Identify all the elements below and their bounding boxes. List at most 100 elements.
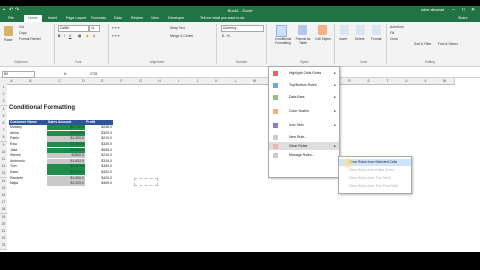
paste-icon[interactable] bbox=[4, 26, 13, 36]
delete-cells-icon[interactable] bbox=[356, 25, 365, 35]
format-as-table-icon[interactable] bbox=[298, 25, 307, 35]
font-color-icon[interactable]: A bbox=[93, 34, 95, 38]
table-cell-name[interactable]: Mossey bbox=[9, 125, 47, 130]
clear-button[interactable]: Clear bbox=[390, 37, 398, 41]
minimize-icon[interactable]: – bbox=[452, 7, 455, 13]
table-cell-name[interactable]: Ambrosio bbox=[9, 159, 47, 164]
table-header[interactable]: Customer Name bbox=[9, 119, 47, 125]
bold-icon[interactable]: B bbox=[58, 34, 60, 38]
table-cell-profit[interactable]: $320.0 bbox=[85, 131, 113, 136]
maximize-icon[interactable]: □ bbox=[462, 7, 465, 13]
menu-item-icon-sets[interactable]: Icon Sets ▸ bbox=[269, 121, 339, 129]
column-header[interactable]: G bbox=[131, 78, 151, 85]
menu-item-top-bottom-rules[interactable]: Top/Bottom Rules ▸ bbox=[269, 81, 339, 89]
table-cell-name[interactable]: Pablo bbox=[9, 136, 47, 141]
sheet-title[interactable]: Conditional Formatting bbox=[9, 104, 75, 112]
table-cell-profit[interactable]: $340.0 bbox=[85, 164, 113, 169]
table-header[interactable]: Sales Amount bbox=[47, 119, 85, 125]
menu-item-highlight-cells-rules[interactable]: Highlight Cells Rules ▸ bbox=[269, 69, 339, 77]
table-cell-sales[interactable]: $3,123.0 bbox=[47, 164, 85, 170]
accounting-icon[interactable]: $ - % , bbox=[222, 34, 232, 38]
table-cell-name[interactable]: Najia bbox=[9, 181, 47, 186]
column-header[interactable]: D bbox=[74, 78, 94, 85]
insert-button[interactable]: Insert bbox=[339, 37, 347, 41]
table-cell-profit[interactable]: $210.0 bbox=[85, 153, 113, 158]
format-painter-button[interactable]: Format Painter bbox=[19, 37, 41, 41]
wrap-text-button[interactable]: Wrap Text bbox=[170, 26, 185, 30]
table-cell-profit[interactable]: $325.0 bbox=[85, 142, 113, 147]
conditional-formatting-icon[interactable] bbox=[276, 25, 287, 37]
table-cell-name[interactable]: Ewa bbox=[9, 142, 47, 147]
delete-button[interactable]: Delete bbox=[355, 37, 365, 41]
align-top-icon[interactable]: ≡ ≡ ≡ bbox=[112, 26, 120, 30]
column-header[interactable]: C bbox=[45, 78, 75, 85]
table-cell-sales[interactable]: $2,500.0 bbox=[47, 169, 85, 176]
column-header[interactable]: M bbox=[245, 78, 265, 85]
column-header[interactable]: J bbox=[188, 78, 208, 85]
menu-item-new-rule[interactable]: New Rule... bbox=[269, 133, 339, 141]
tab-developer[interactable]: Developer bbox=[168, 16, 184, 20]
tab-data[interactable]: Data bbox=[114, 16, 122, 20]
sort-filter-button[interactable]: Sort & Filter bbox=[414, 42, 431, 46]
column-header[interactable]: L bbox=[226, 78, 246, 85]
table-cell-sales[interactable]: $1,602.0 bbox=[47, 158, 85, 165]
name-box[interactable]: B9 bbox=[2, 70, 35, 78]
table-cell-profit[interactable]: $210.0 bbox=[85, 136, 113, 141]
cut-button[interactable]: Cut bbox=[19, 25, 24, 29]
paste-button[interactable]: Paste bbox=[4, 38, 12, 42]
table-cell-sales[interactable]: $2,500.0 bbox=[47, 130, 85, 137]
format-button[interactable]: Format bbox=[371, 37, 381, 41]
column-header[interactable]: U bbox=[397, 78, 417, 85]
table-cell-name[interactable]: Kane bbox=[9, 170, 47, 175]
table-cell-sales[interactable]: $2,000.0 bbox=[47, 181, 85, 187]
cell-styles-button[interactable]: Cell Styles bbox=[315, 37, 331, 41]
column-header[interactable]: B bbox=[16, 78, 46, 85]
tab-insert[interactable]: Insert bbox=[48, 16, 57, 20]
find-select-button[interactable]: Find & Select bbox=[438, 42, 458, 46]
table-cell-name[interactable]: Steven bbox=[9, 153, 47, 158]
underline-icon[interactable]: U bbox=[69, 34, 71, 38]
format-cells-icon[interactable] bbox=[372, 25, 381, 35]
autosum-button[interactable]: AutoSum bbox=[390, 25, 404, 29]
table-cell-sales[interactable]: $1,500.0 bbox=[47, 175, 85, 181]
tab-page-layout[interactable]: Page Layout bbox=[66, 16, 86, 20]
tab-file[interactable]: File bbox=[8, 16, 14, 20]
table-cell-sales[interactable]: $1,300.0 bbox=[47, 136, 85, 142]
formula-input[interactable]: 2735 bbox=[90, 72, 97, 76]
font-size-box[interactable]: 11 bbox=[89, 25, 100, 32]
column-header[interactable]: F bbox=[112, 78, 132, 85]
table-header[interactable]: Profit bbox=[85, 119, 113, 125]
italic-icon[interactable]: I bbox=[64, 34, 65, 38]
column-header[interactable]: E bbox=[93, 78, 113, 85]
tell-me-box[interactable]: Tell me what you want to do bbox=[200, 16, 244, 20]
table-cell-name[interactable]: Jake bbox=[9, 148, 47, 153]
column-header[interactable]: I bbox=[169, 78, 189, 85]
fill-button[interactable]: Fill bbox=[390, 31, 394, 35]
column-header[interactable]: S bbox=[359, 78, 379, 85]
tab-view[interactable]: View bbox=[151, 16, 159, 20]
table-cell-sales[interactable]: $2,735.0 bbox=[47, 125, 85, 131]
table-cell-profit[interactable]: $315.0 bbox=[85, 159, 113, 164]
menu-item-data-bars[interactable]: Data Bars ▸ bbox=[269, 93, 339, 101]
column-header[interactable]: R bbox=[340, 78, 360, 85]
column-header[interactable]: V bbox=[416, 78, 436, 85]
merge-center-button[interactable]: Merge & Center bbox=[170, 34, 193, 38]
table-cell-sales[interactable]: $2,900.0 bbox=[47, 147, 85, 153]
column-header[interactable]: W bbox=[435, 78, 455, 85]
table-cell-profit[interactable]: $538.0 bbox=[85, 148, 113, 153]
format-as-table-button[interactable]: Format as Table bbox=[293, 37, 313, 45]
cell-styles-icon[interactable] bbox=[318, 25, 327, 35]
table-cell-name[interactable]: Tom bbox=[9, 164, 47, 169]
column-header[interactable]: T bbox=[378, 78, 398, 85]
menu-item-clear-rules[interactable]: Clear Rules ▸ bbox=[269, 142, 339, 150]
font-name-box[interactable]: Calibri bbox=[58, 25, 89, 32]
table-cell-sales[interactable]: $3,300.0 bbox=[47, 141, 85, 148]
row-header[interactable]: 23 bbox=[0, 242, 7, 251]
table-cell-profit[interactable]: $420.0 bbox=[85, 176, 113, 181]
tab-home[interactable]: Home bbox=[24, 14, 42, 22]
borders-icon[interactable]: ▦ bbox=[78, 34, 81, 38]
align-left-icon[interactable]: ≡ ≡ ≡ bbox=[112, 34, 120, 38]
number-format-box[interactable]: Currency bbox=[221, 25, 264, 32]
table-cell-name[interactable]: Ramirez bbox=[9, 176, 47, 181]
menu-item-color-scales[interactable]: Color Scales ▸ bbox=[269, 107, 339, 115]
